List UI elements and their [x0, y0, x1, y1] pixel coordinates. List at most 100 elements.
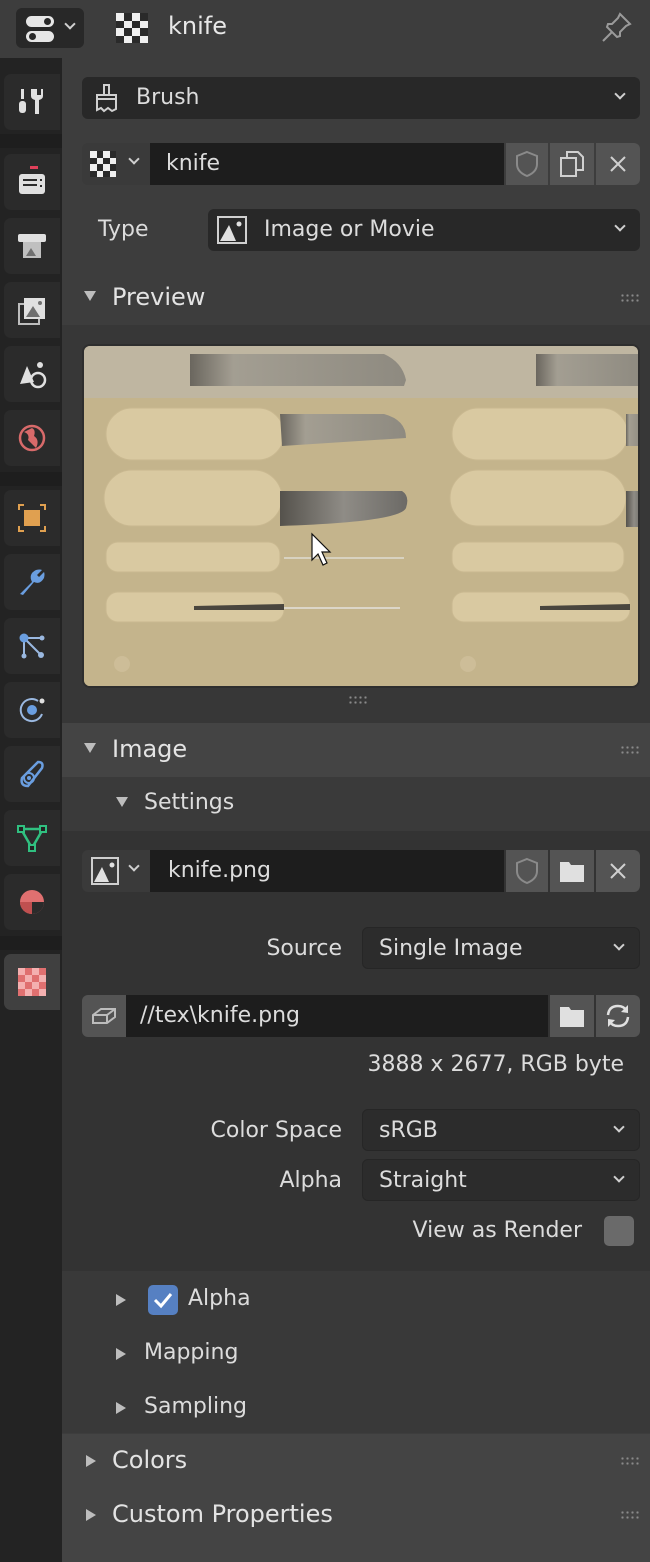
unlink-texture-button[interactable]: [596, 143, 640, 185]
fake-user-button[interactable]: [506, 143, 548, 185]
knife-texture-preview: [84, 346, 638, 686]
type-label: Type: [98, 217, 149, 242]
duplicate-texture-button[interactable]: [550, 143, 594, 185]
color-space-label: Color Space: [210, 1118, 342, 1143]
properties-main-panel: Brush knife Type Image or Movie Preview …: [62, 58, 650, 1562]
context-selector-label: Brush: [136, 85, 200, 110]
source-label: Source: [266, 936, 342, 961]
folder-icon: [560, 1007, 584, 1027]
tab-separator: [0, 134, 62, 148]
tab-particles[interactable]: [4, 618, 60, 674]
tab-object[interactable]: [4, 490, 60, 546]
panel-header-image[interactable]: Image: [62, 723, 650, 777]
material-sphere-icon: [20, 890, 44, 914]
settings-subpanel-body: [62, 831, 650, 1271]
editor-type-button[interactable]: [16, 8, 84, 48]
browse-texture-button[interactable]: [82, 143, 150, 185]
properties-header: knife: [0, 0, 650, 58]
tab-constraints[interactable]: [4, 746, 60, 802]
texture-name-value: knife: [166, 151, 221, 176]
tab-output[interactable]: [4, 218, 60, 274]
chevron-down-icon: [614, 88, 626, 100]
subpanel-title: Mapping: [144, 1340, 239, 1365]
view-as-render-checkbox[interactable]: [604, 1216, 634, 1246]
tab-material[interactable]: [4, 874, 60, 930]
tab-render[interactable]: [4, 154, 60, 210]
tab-modifiers[interactable]: [4, 554, 60, 610]
tab-data[interactable]: [4, 810, 60, 866]
subpanel-title: Sampling: [144, 1394, 247, 1419]
chevron-down-icon: [128, 153, 140, 165]
tab-view-layer[interactable]: [4, 282, 60, 338]
collapsed-triangle-icon: [116, 1348, 126, 1360]
texture-datablock-selector: knife: [82, 143, 640, 185]
collapsed-triangle-icon: [86, 1509, 96, 1521]
tab-physics[interactable]: [4, 682, 60, 738]
tab-world[interactable]: [4, 410, 60, 466]
object-square-icon: [18, 504, 46, 532]
browse-image-button[interactable]: [82, 850, 150, 892]
tool-wrench-screwdriver-icon: [19, 89, 43, 114]
shield-icon: [516, 857, 538, 885]
panel-header-colors[interactable]: Colors: [62, 1434, 650, 1488]
collapsed-triangle-icon: [116, 1294, 126, 1306]
drag-grip-icon[interactable]: [620, 745, 640, 755]
chevron-down-icon: [613, 1171, 625, 1183]
pin-icon[interactable]: [598, 10, 634, 46]
color-space-dropdown[interactable]: sRGB: [362, 1109, 640, 1151]
color-space-value: sRGB: [379, 1118, 438, 1143]
mesh-triangle-icon: [17, 825, 47, 852]
panel-title: Image: [112, 735, 188, 763]
source-dropdown[interactable]: Single Image: [362, 927, 640, 969]
subpanel-header-settings[interactable]: Settings: [62, 777, 650, 831]
chevron-down-icon: [614, 220, 626, 232]
view-as-render-label: View as Render: [412, 1218, 582, 1243]
image-name-field[interactable]: knife.png: [150, 850, 504, 892]
chevron-down-icon: [613, 1121, 625, 1133]
close-icon: [610, 156, 626, 172]
open-image-button[interactable]: [550, 850, 594, 892]
chevron-down-icon: [64, 18, 76, 30]
tab-scene[interactable]: [4, 346, 60, 402]
expand-triangle-icon: [116, 797, 128, 807]
physics-orbit-icon: [19, 698, 45, 723]
subpanel-header-mapping[interactable]: Mapping: [62, 1327, 650, 1381]
alpha-mode-value: Straight: [379, 1168, 467, 1193]
context-selector[interactable]: Brush: [82, 77, 640, 119]
particles-icon: [19, 633, 45, 659]
fake-user-button[interactable]: [506, 850, 548, 892]
expand-triangle-icon: [84, 291, 96, 301]
image-stack-icon: [18, 298, 45, 325]
subpanel-header-alpha[interactable]: Alpha: [62, 1273, 650, 1327]
source-value: Single Image: [379, 936, 523, 961]
tab-texture[interactable]: [4, 954, 60, 1010]
pack-image-button[interactable]: [82, 995, 126, 1037]
reload-image-button[interactable]: [596, 995, 640, 1037]
drag-grip-icon[interactable]: [620, 1510, 640, 1520]
panel-title: Custom Properties: [112, 1500, 333, 1528]
tab-tool[interactable]: [4, 74, 60, 130]
panel-header-preview[interactable]: Preview: [62, 271, 650, 325]
filepath-field[interactable]: //tex\knife.png: [126, 995, 548, 1037]
alpha-mode-dropdown[interactable]: Straight: [362, 1159, 640, 1201]
texture-checker-icon: [116, 13, 148, 43]
wrench-icon: [20, 569, 45, 595]
texture-preview-image: [82, 344, 640, 688]
expand-triangle-icon: [84, 743, 96, 753]
printer-output-icon: [18, 234, 46, 258]
panel-header-custom-properties[interactable]: Custom Properties: [62, 1488, 650, 1562]
tab-separator: [0, 936, 62, 950]
subpanel-header-sampling[interactable]: Sampling: [62, 1381, 650, 1435]
folder-icon: [560, 862, 584, 882]
alpha-enable-checkbox[interactable]: [148, 1285, 178, 1315]
world-globe-icon: [18, 424, 46, 452]
drag-grip-icon[interactable]: [620, 1456, 640, 1466]
texture-name-field[interactable]: knife: [150, 143, 504, 185]
drag-grip-icon[interactable]: [620, 293, 640, 303]
properties-tab-bar: [0, 58, 62, 1562]
type-dropdown[interactable]: Image or Movie: [208, 209, 640, 251]
brush-icon: [96, 84, 117, 113]
browse-filepath-button[interactable]: [550, 995, 594, 1037]
unlink-image-button[interactable]: [596, 850, 640, 892]
preview-resize-grip[interactable]: [348, 695, 368, 705]
